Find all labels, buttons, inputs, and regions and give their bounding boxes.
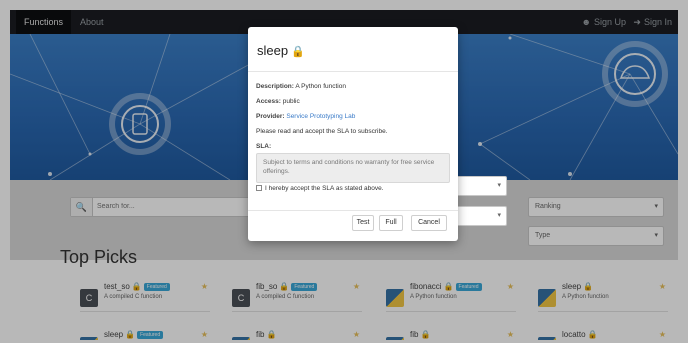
full-button[interactable]: Full (379, 215, 403, 231)
chevron-down-icon: ▾ (497, 212, 501, 219)
chevron-down-icon: ▾ (497, 182, 501, 189)
provider-link[interactable]: Service Prototyping Lab (286, 113, 355, 120)
sla-agree-label: I hereby accept the SLA as stated above. (265, 185, 384, 192)
modal-title: sleep 🔒 (257, 43, 305, 58)
modal-title-text: sleep (257, 43, 289, 58)
modal-divider (248, 71, 458, 72)
function-detail-modal: sleep 🔒 Description: A Python function Ac… (248, 27, 458, 241)
test-button[interactable]: Test (352, 215, 374, 231)
provider-field: Provider: Service Prototyping Lab (256, 113, 355, 120)
cancel-button[interactable]: Cancel (411, 215, 447, 231)
sla-agree-row[interactable]: I hereby accept the SLA as stated above. (256, 185, 384, 192)
description-label: Description: (256, 83, 294, 90)
access-label: Access: (256, 98, 281, 105)
access-field: Access: public (256, 98, 300, 105)
sla-notice: Please read and accept the SLA to subscr… (256, 128, 388, 135)
description-value: A Python function (295, 83, 346, 90)
sla-textarea[interactable]: Subject to terms and conditions no warra… (256, 153, 450, 183)
lock-icon: 🔒 (291, 46, 305, 58)
provider-label: Provider: (256, 113, 285, 120)
modal-divider (248, 210, 458, 211)
sla-label-text: SLA: (256, 143, 272, 150)
sla-agree-checkbox[interactable] (256, 185, 262, 192)
sla-label: SLA: (256, 143, 271, 150)
description-field: Description: A Python function (256, 83, 346, 90)
access-value: public (282, 98, 300, 105)
